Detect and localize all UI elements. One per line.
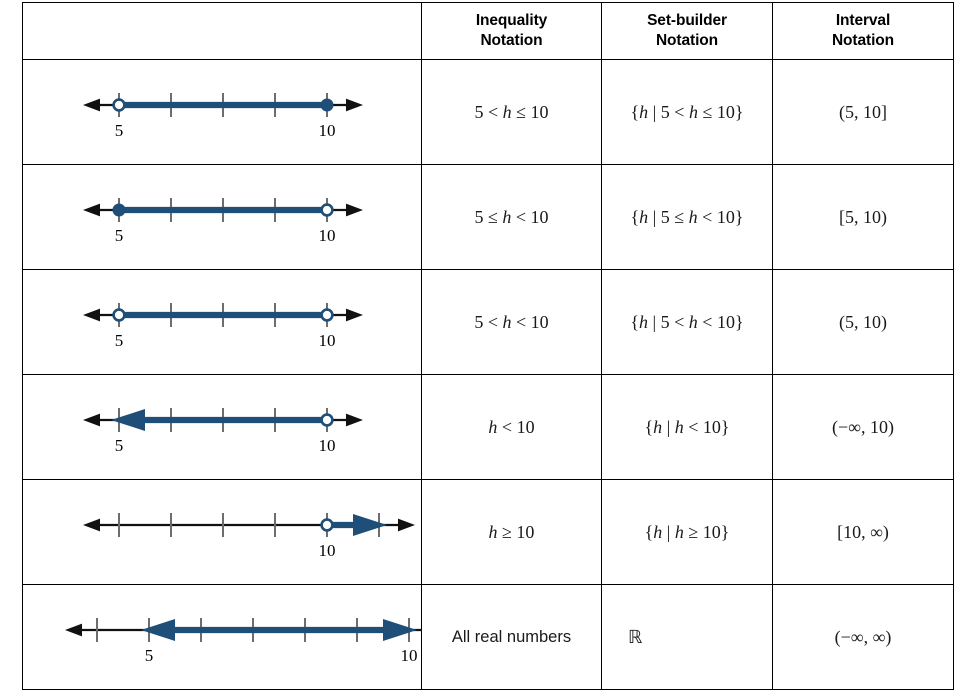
axis-arrow-left	[65, 623, 82, 636]
cell-setbuilder-notation: ℝ	[601, 584, 773, 690]
axis-arrow-left	[83, 203, 100, 216]
number-line-graphic: 5 10	[83, 302, 363, 350]
shade-arrow-left	[111, 408, 145, 431]
number-line-graphic: 5 10	[83, 407, 363, 455]
table-body: 5 10 5 < h ≤ 10 {h | 5 < h ≤ 10} (5, 10] 5 10 5…	[22, 59, 954, 690]
number-line-graphic: 5 10	[83, 92, 363, 140]
table-header: Inequality Notation Set-builder Notation…	[22, 2, 954, 60]
tick-label: 10	[319, 541, 336, 560]
cell-interval-notation: (5, 10)	[772, 269, 954, 375]
header-cell-inequality: Inequality Notation	[421, 2, 602, 60]
cell-interval-notation: (−∞, 10)	[772, 374, 954, 480]
cell-inequality-notation: 5 ≤ h < 10	[421, 164, 602, 270]
header-interval-line2: Notation	[831, 32, 895, 49]
table-row: 5 10 5 < h < 10 {h | 5 < h < 10} (5, 10)	[22, 269, 954, 375]
cell-setbuilder-notation: {h | 5 < h < 10}	[601, 269, 773, 375]
header-cell-interval: Interval Notation	[772, 2, 954, 60]
cell-inequality-notation: All real numbers	[421, 584, 602, 690]
header-setbuilder-line1: Set-builder	[647, 11, 727, 29]
tick-label: 5	[115, 331, 124, 350]
endpoint-right	[320, 98, 334, 111]
cell-interval-notation: (−∞, ∞)	[772, 584, 954, 690]
cell-inequality-notation: 5 < h ≤ 10	[421, 59, 602, 165]
cell-setbuilder-notation: {h | 5 ≤ h < 10}	[601, 164, 773, 270]
cell-inequality-notation: h ≥ 10	[421, 479, 602, 585]
cell-inequality-notation: 5 < h < 10	[421, 269, 602, 375]
tick-label: 10	[401, 646, 418, 665]
endpoint-right	[320, 412, 334, 427]
tick-label: 5	[115, 436, 124, 455]
axis-arrow-left	[83, 413, 100, 426]
tick-label: 10	[319, 226, 336, 245]
axis-arrow-right	[346, 308, 363, 321]
table-row: 10 h ≥ 10 {h | h ≥ 10} [10, ∞)	[22, 479, 954, 585]
header-inequality-line2: Notation	[480, 32, 543, 49]
header-interval-line1: Interval	[835, 11, 891, 29]
cell-number-line: 10	[22, 479, 422, 585]
cell-interval-notation: [5, 10)	[772, 164, 954, 270]
cell-interval-notation: (5, 10]	[772, 59, 954, 165]
axis-arrow-right	[346, 413, 363, 426]
endpoint-right	[320, 307, 334, 322]
endpoint-left	[320, 517, 334, 532]
header-cell-numberline	[22, 2, 422, 60]
axis-arrow-left	[83, 308, 100, 321]
tick-label: 5	[115, 226, 124, 245]
endpoint-left	[112, 203, 126, 216]
tick-label: 5	[115, 121, 124, 140]
tick-label: 5	[145, 646, 154, 665]
cell-setbuilder-notation: {h | 5 < h ≤ 10}	[601, 59, 773, 165]
table-row: 5 10 5 < h ≤ 10 {h | 5 < h ≤ 10} (5, 10]	[22, 59, 954, 165]
table-row: 5 10 5 ≤ h < 10 {h | 5 ≤ h < 10} [5, 10)	[22, 164, 954, 270]
cell-setbuilder-notation: {h | h ≥ 10}	[601, 479, 773, 585]
number-line-graphic: 5 10	[83, 197, 363, 245]
cell-number-line: 5 10	[22, 59, 422, 165]
cell-interval-notation: [10, ∞)	[772, 479, 954, 585]
notation-table: Inequality Notation Set-builder Notation…	[22, 2, 954, 690]
cell-number-line: 5 10	[22, 374, 422, 480]
endpoint-right	[320, 202, 334, 217]
axis-arrow-left	[83, 98, 100, 111]
endpoint-left	[112, 307, 126, 322]
header-cell-setbuilder: Set-builder Notation	[601, 2, 773, 60]
tick-label: 10	[319, 331, 336, 350]
axis-arrow-left	[83, 518, 100, 531]
shade-arrow-right	[383, 618, 417, 641]
axis-arrow-right	[346, 98, 363, 111]
shade-arrow-left	[141, 618, 175, 641]
number-line-graphic: 10	[83, 512, 415, 560]
header-setbuilder-line2: Notation	[655, 32, 719, 49]
tick-label: 10	[319, 436, 336, 455]
axis-arrow-right	[398, 518, 415, 531]
endpoint-left	[112, 97, 126, 112]
table-row: 5 10 h < 10 {h | h < 10} (−∞, 10)	[22, 374, 954, 480]
cell-number-line: 5 10	[22, 584, 422, 690]
cell-inequality-notation: h < 10	[421, 374, 602, 480]
axis-arrow-right	[346, 203, 363, 216]
table-row: 5 10 All real numbers ℝ (−∞, ∞)	[22, 584, 954, 690]
shade-arrow-right	[353, 513, 387, 536]
cell-number-line: 5 10	[22, 164, 422, 270]
inequality-notation-table-page: Inequality Notation Set-builder Notation…	[0, 0, 975, 692]
cell-number-line: 5 10	[22, 269, 422, 375]
cell-setbuilder-notation: {h | h < 10}	[601, 374, 773, 480]
number-line-graphic: 5 10	[65, 617, 422, 665]
tick-label: 10	[319, 121, 336, 140]
header-inequality-line1: Inequality	[475, 11, 548, 29]
